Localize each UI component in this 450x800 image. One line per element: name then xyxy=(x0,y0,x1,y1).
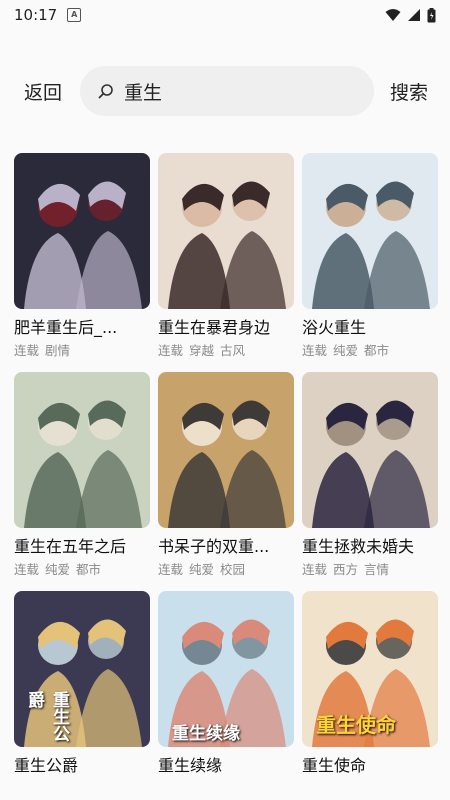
status-time: 10:17 xyxy=(14,6,58,24)
comic-tags: 连载 纯爱 都市 xyxy=(302,342,438,360)
comic-title[interactable]: 重生在五年之后 xyxy=(14,536,150,558)
comic-card[interactable]: 肥羊重生后_... 连载 剧情 xyxy=(14,153,150,360)
cover-title-art: 重生续缘 xyxy=(172,724,240,744)
search-input[interactable]: 重生 xyxy=(80,66,374,116)
comic-tag: 连载 xyxy=(302,562,328,577)
comic-card[interactable]: 重生续缘 重生续缘 xyxy=(158,591,294,777)
comic-tag: 连载 xyxy=(302,343,328,358)
comic-cover[interactable]: 重生续缘 xyxy=(158,591,294,747)
results-grid: 肥羊重生后_... 连载 剧情 重生在暴君身边 连载 穿越 古风 浴火重生 连载 纯爱都… xyxy=(14,153,438,777)
comic-tag: 都市 xyxy=(364,343,390,358)
comic-title[interactable]: 书呆子的双重... xyxy=(158,536,294,558)
status-bar: 10:17 A xyxy=(0,0,450,30)
cover-artwork xyxy=(14,153,150,309)
comic-tag: 纯爱 xyxy=(45,562,71,577)
comic-cover[interactable]: 重生使命 xyxy=(302,591,438,747)
notification-icon: A xyxy=(67,8,82,22)
wifi-icon xyxy=(385,9,401,21)
comic-card[interactable]: 重生使命 重生使命 xyxy=(302,591,438,777)
comic-card[interactable]: 重生在五年之后 连载 纯爱 都市 xyxy=(14,372,150,579)
cover-artwork xyxy=(158,153,294,309)
comic-tag: 都市 xyxy=(76,562,102,577)
comic-tag: 连载 xyxy=(14,343,40,358)
cover-artwork xyxy=(302,372,438,528)
search-header: 返回 重生 搜索 xyxy=(0,64,450,118)
comic-card[interactable]: 重生拯救未婚夫 连载 西方 言情 xyxy=(302,372,438,579)
signal-icon xyxy=(408,9,420,21)
comic-cover[interactable] xyxy=(158,153,294,309)
comic-tags: 连载 穿越 古风 xyxy=(158,342,294,360)
cover-artwork xyxy=(302,153,438,309)
comic-card[interactable]: 重生公爵 重生公爵 xyxy=(14,591,150,777)
comic-card[interactable]: 浴火重生 连载 纯爱 都市 xyxy=(302,153,438,360)
comic-cover[interactable] xyxy=(302,372,438,528)
cover-title-art: 重生使命 xyxy=(316,713,396,737)
comic-title[interactable]: 肥羊重生后_... xyxy=(14,317,150,339)
comic-tags: 连载 西方 言情 xyxy=(302,561,438,579)
battery-icon xyxy=(427,7,436,22)
comic-tag: 纯爱 xyxy=(189,562,215,577)
comic-tags: 连载 纯爱 都市 xyxy=(14,561,150,579)
comic-title[interactable]: 重生拯救未婚夫 xyxy=(302,536,438,558)
cover-title-art: 重生公爵 xyxy=(24,691,69,742)
comic-tag: 校园 xyxy=(220,562,246,577)
comic-tag: 西方 xyxy=(333,562,359,577)
comic-tag: 连载 xyxy=(158,343,184,358)
comic-tag: 剧情 xyxy=(45,343,71,358)
cover-artwork xyxy=(158,372,294,528)
comic-tag: 连载 xyxy=(158,562,184,577)
comic-cover[interactable] xyxy=(302,153,438,309)
comic-tag: 连载 xyxy=(14,562,40,577)
search-query[interactable]: 重生 xyxy=(124,78,162,105)
comic-tag: 纯爱 xyxy=(333,343,359,358)
comic-card[interactable]: 重生在暴君身边 连载 穿越 古风 xyxy=(158,153,294,360)
back-button[interactable]: 返回 xyxy=(24,78,62,105)
cover-artwork xyxy=(14,372,150,528)
comic-tag: 言情 xyxy=(364,562,390,577)
comic-title[interactable]: 重生公爵 xyxy=(14,755,150,777)
comic-tags: 连载 纯爱 校园 xyxy=(158,561,294,579)
search-icon xyxy=(98,84,113,99)
comic-tags: 连载 剧情 xyxy=(14,342,150,360)
comic-title[interactable]: 重生续缘 xyxy=(158,755,294,777)
comic-tag: 穿越 xyxy=(189,343,215,358)
comic-cover[interactable]: 重生公爵 xyxy=(14,591,150,747)
comic-tag: 古风 xyxy=(220,343,246,358)
comic-title[interactable]: 浴火重生 xyxy=(302,317,438,339)
comic-title[interactable]: 重生在暴君身边 xyxy=(158,317,294,339)
comic-cover[interactable] xyxy=(14,372,150,528)
comic-title[interactable]: 重生使命 xyxy=(302,755,438,777)
comic-card[interactable]: 书呆子的双重... 连载 纯爱 校园 xyxy=(158,372,294,579)
comic-cover[interactable] xyxy=(14,153,150,309)
search-button[interactable]: 搜索 xyxy=(390,78,428,105)
comic-cover[interactable] xyxy=(158,372,294,528)
